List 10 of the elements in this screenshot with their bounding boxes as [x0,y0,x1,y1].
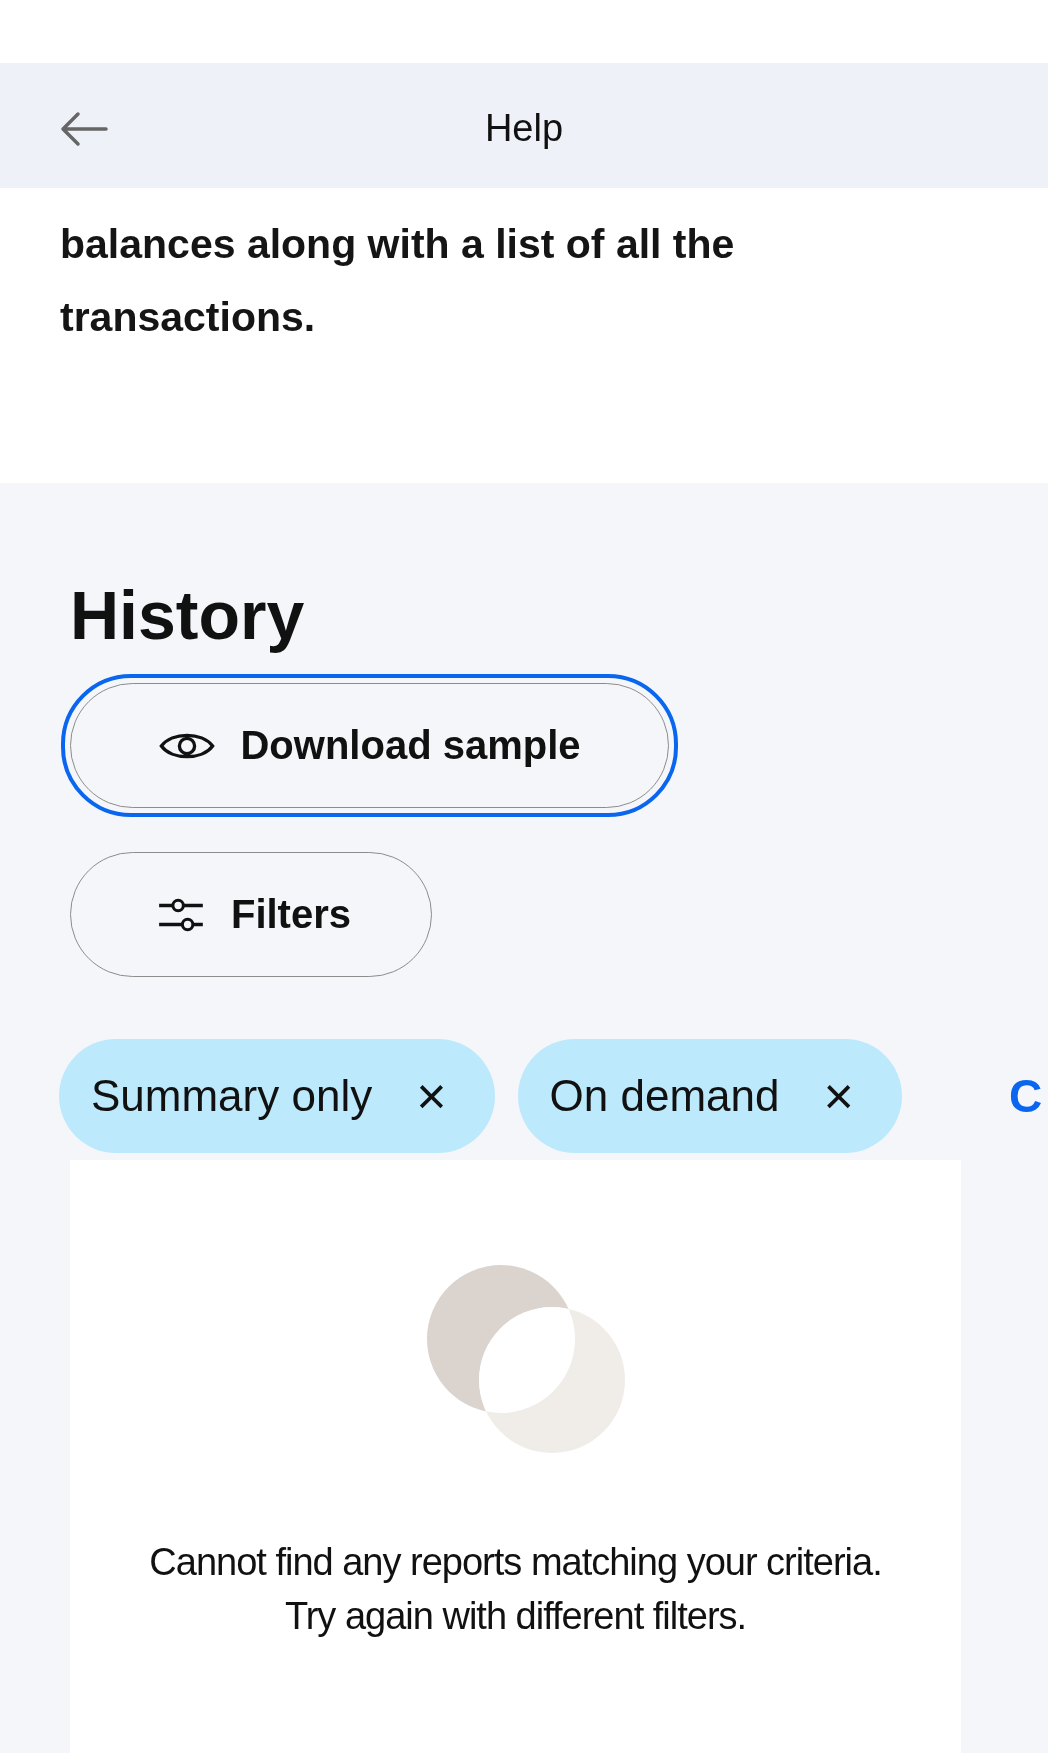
clear-link[interactable]: C [1009,1069,1043,1123]
description-text: balances along with a list of all the transactions. [60,220,736,342]
chip-label: Summary only [91,1071,373,1121]
remove-icon[interactable]: × [823,1070,854,1122]
section-heading: History [70,576,306,655]
empty-state-message: Cannot find any reports matching your criteria. Try again with different filters. [148,1540,883,1639]
back-arrow-icon[interactable] [60,111,108,147]
remove-icon[interactable]: × [416,1070,447,1122]
page-title: Help [484,107,564,150]
chip-label: On demand [549,1071,780,1121]
